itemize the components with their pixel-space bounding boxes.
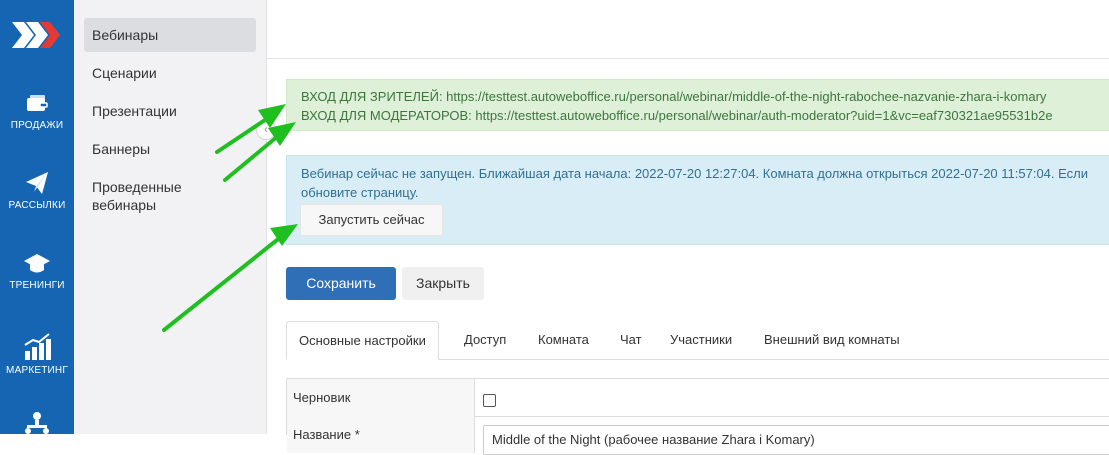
tab-chat[interactable]: Чат	[620, 321, 642, 359]
collapse-menu-button[interactable]: ‹	[256, 120, 276, 140]
name-label: Название *	[287, 416, 475, 453]
viewers-link[interactable]: ВХОД ДЛЯ ЗРИТЕЛЕЙ: https://testtest.auto…	[301, 87, 1109, 106]
tab-main-settings[interactable]: Основные настройки	[286, 321, 439, 360]
logo-icon[interactable]	[10, 18, 62, 52]
graduation-cap-icon	[24, 254, 50, 273]
access-links-alert: ВХОД ДЛЯ ЗРИТЕЛЕЙ: https://testtest.auto…	[286, 79, 1109, 131]
submenu-item-past-webinars[interactable]: Проведенные вебинары	[84, 170, 256, 222]
submenu-item-banners[interactable]: Баннеры	[84, 132, 256, 166]
form-row-name: Название * Middle of the Night (рабочее …	[287, 416, 1109, 455]
webinar-status-text: Вебинар сейчас не запущен. Ближайшая дат…	[301, 166, 1088, 200]
settings-tabs: Основные настройки Доступ Комната Чат Уч…	[286, 321, 1109, 360]
close-button[interactable]: Закрыть	[402, 267, 484, 300]
main-nav-rail: ПРОДАЖИ РАССЫЛКИ ТРЕНИНГИ МАРКЕТИНГ	[0, 0, 74, 434]
submenu-item-webinars[interactable]: Вебинары	[84, 18, 256, 52]
save-button[interactable]: Сохранить	[286, 267, 396, 300]
rail-item-label: РАССЫЛКИ	[8, 200, 66, 211]
moderators-link[interactable]: ВХОД ДЛЯ МОДЕРАТОРОВ: https://testtest.a…	[301, 106, 1109, 125]
org-structure-icon	[25, 412, 49, 434]
tab-room[interactable]: Комната	[538, 321, 589, 359]
rail-item-label: МАРКЕТИНГ	[6, 365, 68, 376]
tab-access[interactable]: Доступ	[464, 321, 506, 359]
top-bar	[267, 0, 1109, 59]
draft-label: Черновик	[287, 379, 475, 416]
rail-item-label: ТРЕНИНГИ	[9, 280, 65, 291]
tab-participants[interactable]: Участники	[670, 321, 732, 359]
settings-form: Черновик Название * Middle of the Night …	[286, 378, 1109, 455]
rail-item-marketing[interactable]: МАРКЕТИНГ	[0, 333, 74, 376]
run-now-button[interactable]: Запустить сейчас	[300, 204, 443, 236]
name-input[interactable]: Middle of the Night (рабочее название Zh…	[483, 425, 1109, 455]
rail-item-mailings[interactable]: РАССЫЛКИ	[0, 170, 74, 211]
paper-plane-icon	[26, 172, 48, 194]
tab-room-appearance[interactable]: Внешний вид комнаты	[764, 321, 900, 359]
rail-item-trainings[interactable]: ТРЕНИНГИ	[0, 252, 74, 291]
submenu-item-scenarios[interactable]: Сценарии	[84, 56, 256, 90]
rail-item-label: ПРОДАЖИ	[10, 120, 64, 131]
rail-item-sales[interactable]: ПРОДАЖИ	[0, 92, 74, 131]
chevron-left-icon: ‹	[264, 122, 268, 136]
growth-chart-icon	[24, 333, 51, 360]
draft-checkbox[interactable]	[483, 394, 496, 407]
wallet-icon	[27, 95, 48, 111]
submenu-item-presentations[interactable]: Презентации	[84, 94, 256, 128]
webinar-submenu: Вебинары Сценарии Презентации Баннеры Пр…	[74, 0, 267, 434]
form-row-draft: Черновик	[287, 379, 1109, 417]
